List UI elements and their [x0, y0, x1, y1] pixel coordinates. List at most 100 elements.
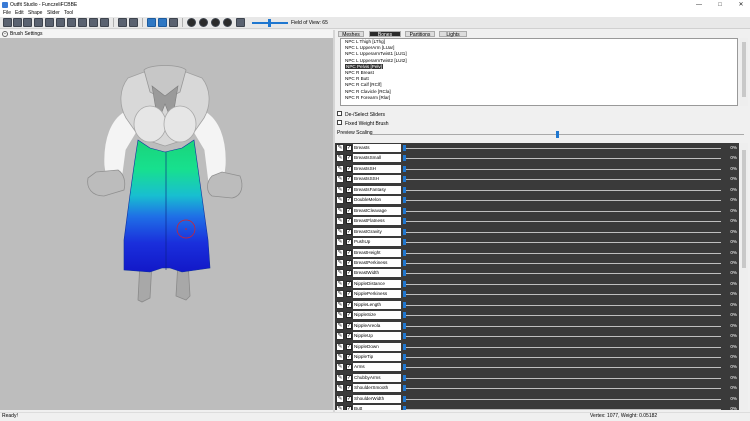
slider-name[interactable]: NippleDistance: [353, 279, 401, 288]
edit-slider-icon[interactable]: ✎: [336, 384, 344, 393]
slider-thumb[interactable]: [403, 364, 406, 371]
slider-checkbox[interactable]: ✓: [346, 218, 352, 225]
slider-track[interactable]: [403, 304, 721, 306]
slider-name[interactable]: BreastHeight: [353, 248, 401, 257]
slider-checkbox[interactable]: ✓: [346, 176, 352, 183]
slider-checkbox[interactable]: ✓: [346, 301, 352, 308]
slider-checkbox[interactable]: ✓: [346, 270, 352, 277]
slider-name[interactable]: ShoulderWidth: [353, 394, 401, 403]
slider-thumb[interactable]: [403, 385, 406, 392]
slider-thumb[interactable]: [403, 291, 406, 298]
slider-track[interactable]: [403, 398, 721, 400]
slider-checkbox[interactable]: ✓: [346, 165, 352, 172]
mask-visible-icon[interactable]: [223, 18, 232, 27]
slider-thumb[interactable]: [403, 155, 406, 162]
slider-name[interactable]: PushUp: [353, 238, 401, 247]
maximize-button[interactable]: □: [713, 1, 727, 9]
perspective-icon[interactable]: [236, 18, 245, 27]
slider-track[interactable]: [403, 158, 721, 160]
edit-slider-icon[interactable]: ✎: [336, 394, 344, 403]
slider-name[interactable]: DoubleMelon: [353, 196, 401, 205]
move-brush-icon[interactable]: [78, 18, 87, 27]
slider-name[interactable]: NippleLength: [353, 300, 401, 309]
slider-name[interactable]: NippleDown: [353, 342, 401, 351]
edit-slider-icon[interactable]: ✎: [336, 300, 344, 309]
slider-name[interactable]: NippleUp: [353, 332, 401, 341]
slider-track[interactable]: [403, 357, 721, 358]
slider-track[interactable]: [403, 294, 721, 296]
slider-thumb[interactable]: [403, 395, 406, 402]
slider-track[interactable]: [403, 179, 721, 181]
slider-track[interactable]: [403, 200, 721, 202]
edit-slider-icon[interactable]: ✎: [336, 363, 344, 372]
menu-shape[interactable]: Shape: [26, 10, 44, 17]
slider-track[interactable]: [403, 325, 721, 327]
wireframe-icon[interactable]: [187, 18, 196, 27]
preview-scaling-thumb[interactable]: [556, 131, 559, 138]
slider-track[interactable]: [403, 262, 721, 264]
deselect-sliders-row[interactable]: De-/Select Sliders: [337, 111, 385, 119]
connected-only-icon[interactable]: [169, 18, 178, 27]
bone-list[interactable]: NPC L Thigh [LThg] NPC L UpperArm [LUar]…: [340, 38, 738, 106]
slider-thumb[interactable]: [403, 186, 406, 193]
slider-name[interactable]: NipplePerkiness: [353, 290, 401, 299]
edit-slider-icon[interactable]: ✎: [336, 321, 344, 330]
edit-slider-icon[interactable]: ✎: [336, 248, 344, 257]
texture-icon[interactable]: [211, 18, 220, 27]
slider-track[interactable]: [403, 189, 721, 191]
slider-thumb[interactable]: [403, 176, 406, 183]
slider-name[interactable]: BreastsFantasy: [353, 185, 401, 194]
slider-thumb[interactable]: [403, 322, 406, 329]
slider-checkbox[interactable]: ✓: [346, 312, 352, 319]
slider-thumb[interactable]: [403, 333, 406, 340]
slider-list-scroll-thumb[interactable]: [742, 150, 746, 268]
slider-thumb[interactable]: [403, 239, 406, 246]
inflate-brush-icon[interactable]: [56, 18, 65, 27]
deselect-checkbox[interactable]: [337, 111, 342, 117]
slider-checkbox[interactable]: ✓: [346, 259, 352, 266]
slider-name[interactable]: BreastCleavage: [353, 206, 401, 215]
edit-slider-icon[interactable]: ✎: [336, 290, 344, 299]
slider-checkbox[interactable]: ✓: [346, 354, 352, 360]
slider-track[interactable]: [403, 252, 721, 254]
slider-name[interactable]: ChubbyArms: [353, 373, 401, 382]
slider-track[interactable]: [403, 168, 721, 170]
slider-thumb[interactable]: [403, 312, 406, 319]
slider-track[interactable]: [403, 273, 721, 275]
slider-name[interactable]: BreastFlatness: [353, 217, 401, 226]
slider-thumb[interactable]: [403, 354, 406, 360]
slider-checkbox[interactable]: ✓: [346, 186, 352, 193]
slider-track[interactable]: [403, 221, 721, 223]
transform-tool-icon[interactable]: [13, 18, 22, 27]
slider-name[interactable]: BreastPerkiness: [353, 258, 401, 267]
edit-slider-icon[interactable]: ✎: [336, 185, 344, 194]
slider-checkbox[interactable]: ✓: [346, 228, 352, 235]
slider-thumb[interactable]: [403, 259, 406, 266]
slider-thumb[interactable]: [403, 145, 406, 151]
menu-tool[interactable]: Tool: [62, 10, 75, 17]
fixed-weight-row[interactable]: Fixed Weight Brush: [337, 120, 389, 128]
slider-thumb[interactable]: [403, 406, 406, 410]
slider-thumb[interactable]: [403, 207, 406, 214]
minimize-button[interactable]: —: [692, 1, 706, 9]
slider-name[interactable]: BreastsSH: [353, 164, 401, 173]
brush-settings-label[interactable]: Brush Settings: [10, 31, 43, 37]
slider-checkbox[interactable]: ✓: [346, 374, 352, 381]
slider-checkbox[interactable]: ✓: [346, 155, 352, 162]
slider-checkbox[interactable]: ✓: [346, 249, 352, 256]
mask-brush-icon[interactable]: [45, 18, 54, 27]
deflate-brush-icon[interactable]: [67, 18, 76, 27]
slider-checkbox[interactable]: ✓: [346, 395, 352, 402]
slider-checkbox[interactable]: ✓: [346, 333, 352, 340]
slider-name[interactable]: Arms: [353, 363, 401, 372]
slider-checkbox[interactable]: ✓: [346, 364, 352, 371]
slider-name[interactable]: BreastGravity: [353, 227, 401, 236]
slider-thumb[interactable]: [403, 165, 406, 172]
menu-edit[interactable]: Edit: [13, 10, 26, 17]
mirror-y-icon[interactable]: [158, 18, 167, 27]
select-tool-icon[interactable]: [3, 18, 12, 27]
slider-name[interactable]: NippleAreola: [353, 321, 401, 330]
close-button[interactable]: ✕: [734, 1, 748, 9]
slider-name[interactable]: ShoulderSmooth: [353, 384, 401, 393]
slider-name[interactable]: NippleSize: [353, 311, 401, 320]
